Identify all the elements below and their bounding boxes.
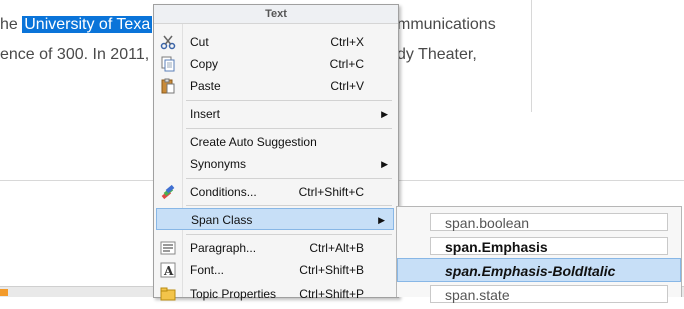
document-line-1[interactable]: he University of Texa — [0, 16, 153, 34]
menu-separator — [186, 205, 392, 206]
menu-item-insert[interactable]: Insert ▶ — [154, 103, 398, 125]
menu-item-label: Topic Properties — [190, 287, 277, 301]
svg-text:A: A — [163, 264, 174, 278]
column-divider — [531, 0, 532, 112]
submenu-item-span-state[interactable]: span.state — [430, 285, 668, 303]
menu-item-create-auto-suggestion[interactable]: Create Auto Suggestion — [154, 131, 398, 153]
span-class-submenu: span.boolean span.Emphasis span.Emphasis… — [396, 206, 682, 303]
menu-separator — [186, 178, 392, 179]
submenu-arrow-icon: ▶ — [378, 215, 385, 225]
scissors-icon — [160, 34, 176, 50]
menu-item-topic-properties[interactable]: Topic Properties Ctrl+Shift+P — [154, 283, 398, 305]
tab-marker-icon — [0, 289, 8, 296]
menu-item-label: Cut — [190, 35, 209, 49]
menu-separator — [186, 234, 392, 235]
document-line-2-tail: dy Theater, — [397, 46, 477, 63]
document-line-2: ence of 300. In 2011, — [0, 46, 150, 63]
menu-item-copy[interactable]: Copy Ctrl+C — [154, 53, 398, 75]
line1-text-before: he — [0, 16, 23, 33]
menu-item-conditions[interactable]: Conditions... Ctrl+Shift+C — [154, 181, 398, 203]
menu-item-shortcut: Ctrl+Shift+C — [298, 185, 364, 199]
font-icon: A — [160, 262, 176, 278]
menu-item-label: Copy — [190, 57, 219, 71]
menu-item-shortcut: Ctrl+X — [330, 35, 364, 49]
selected-text[interactable]: University of Texa — [22, 16, 153, 33]
menu-item-shortcut: Ctrl+Shift+B — [299, 263, 364, 277]
menu-item-paste[interactable]: Paste Ctrl+V — [154, 75, 398, 97]
menu-item-label: Create Auto Suggestion — [190, 135, 317, 149]
menu-item-font[interactable]: A Font... Ctrl+Shift+B — [154, 259, 398, 281]
menu-item-label: Insert — [190, 107, 221, 121]
paragraph-icon — [160, 240, 176, 256]
menu-item-label: Paste — [190, 79, 221, 93]
copy-icon — [160, 56, 176, 72]
menu-item-label: Synonyms — [190, 157, 247, 171]
submenu-item-span-emphasis[interactable]: span.Emphasis — [430, 237, 668, 255]
menu-item-label: Paragraph... — [190, 241, 257, 255]
menu-item-paragraph[interactable]: Paragraph... Ctrl+Alt+B — [154, 237, 398, 259]
context-menu: Text Cut Ctrl+X Copy Ctrl+C Paste Ctrl+V… — [153, 4, 399, 301]
menu-item-label: Span Class — [191, 213, 253, 227]
menu-item-cut[interactable]: Cut Ctrl+X — [154, 31, 398, 53]
menu-item-span-class[interactable]: Span Class ▶ — [156, 208, 394, 230]
menu-item-synonyms[interactable]: Synonyms ▶ — [154, 153, 398, 175]
menu-header: Text — [154, 5, 398, 24]
menu-item-label: Conditions... — [190, 185, 257, 199]
submenu-item-span-boolean[interactable]: span.boolean — [430, 213, 668, 231]
paste-icon — [160, 78, 176, 94]
submenu-arrow-icon: ▶ — [381, 109, 388, 119]
submenu-arrow-icon: ▶ — [381, 159, 388, 169]
menu-item-shortcut: Ctrl+V — [330, 79, 364, 93]
menu-item-shortcut: Ctrl+Shift+P — [299, 287, 364, 301]
menu-separator — [186, 100, 392, 101]
menu-item-label: Font... — [190, 263, 225, 277]
menu-item-shortcut: Ctrl+C — [329, 57, 364, 71]
menu-item-shortcut: Ctrl+Alt+B — [309, 241, 364, 255]
menu-separator — [186, 128, 392, 129]
document-line-1-tail: mmunications — [397, 16, 496, 33]
topic-properties-icon — [160, 286, 176, 302]
submenu-item-span-emphasis-bolditalic[interactable]: span.Emphasis-BoldItalic — [430, 261, 668, 279]
conditions-icon — [160, 184, 176, 200]
